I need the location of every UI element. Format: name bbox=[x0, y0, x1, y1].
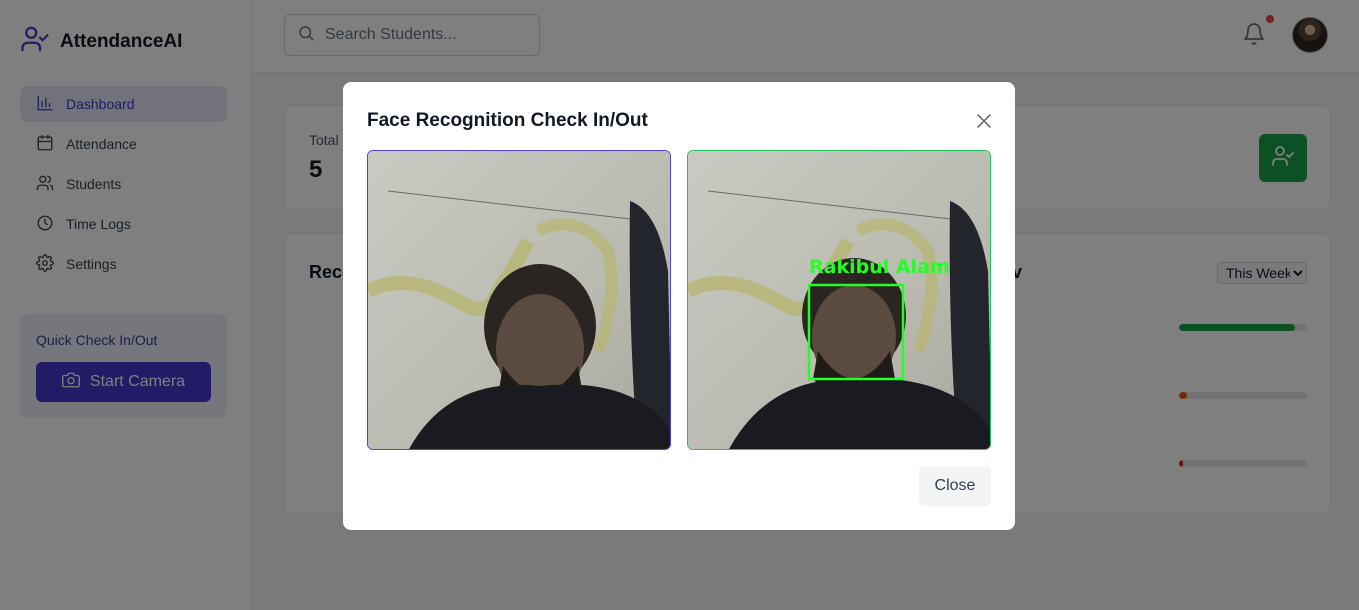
close-icon[interactable] bbox=[973, 110, 995, 132]
close-button[interactable]: Close bbox=[919, 466, 991, 506]
camera-feed bbox=[367, 150, 671, 450]
face-recognition-modal: Face Recognition Check In/Out Rakibul Al… bbox=[343, 82, 1015, 530]
recognized-name-label: Rakibul Alam bbox=[809, 256, 950, 278]
modal-title: Face Recognition Check In/Out bbox=[367, 110, 648, 131]
recognition-feed: Rakibul Alam bbox=[687, 150, 991, 450]
